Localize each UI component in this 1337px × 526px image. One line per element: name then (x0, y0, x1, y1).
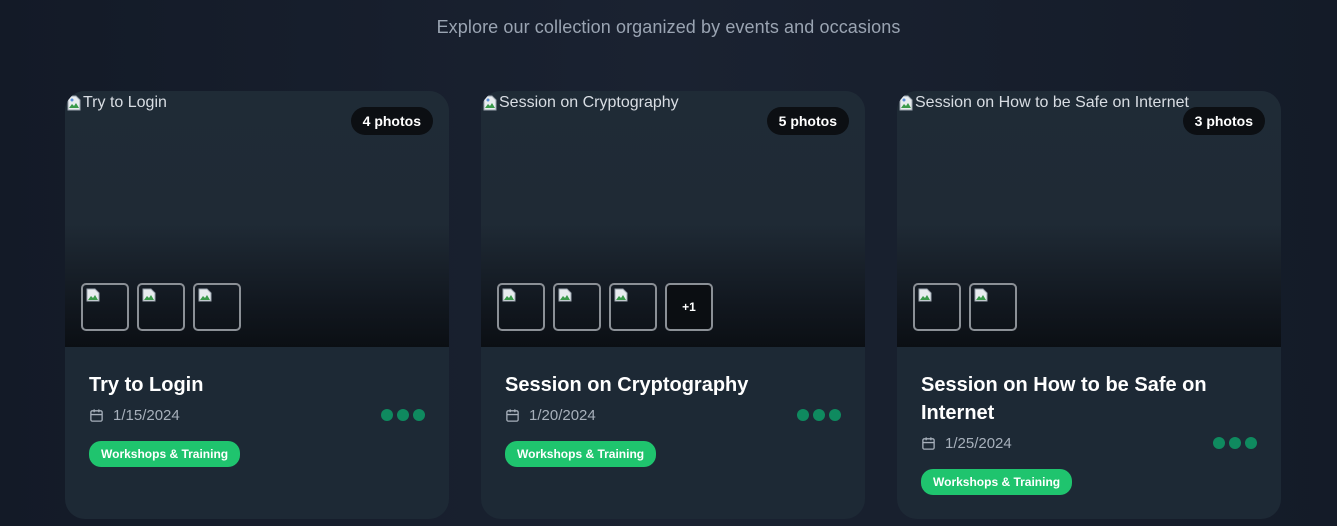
dot (381, 409, 393, 421)
album-date: 1/15/2024 (89, 407, 180, 424)
album-date-text: 1/15/2024 (113, 406, 180, 424)
thumbnail[interactable] (81, 283, 129, 331)
more-dots-icon[interactable] (1213, 437, 1257, 449)
dot (829, 409, 841, 421)
album-date-text: 1/20/2024 (529, 406, 596, 424)
thumbnail-strip (913, 283, 1017, 331)
thumbnail[interactable] (193, 283, 241, 331)
category-tag[interactable]: Workshops & Training (89, 441, 241, 467)
album-meta: 1/20/2024 (505, 403, 841, 427)
album-card-session-on-cryptography[interactable]: Session on Cryptography 5 photos +1 Sess… (481, 91, 865, 519)
album-date: 1/25/2024 (921, 435, 1012, 452)
broken-image-icon (558, 288, 572, 302)
album-info: Session on Cryptography 1/20/2024 Worksh… (481, 347, 865, 467)
photo-count-badge: 3 photos (1182, 107, 1265, 135)
photo-count-badge: 5 photos (766, 107, 849, 135)
broken-image-icon (614, 288, 628, 302)
album-info: Try to Login 1/15/2024 Workshops & Train… (65, 347, 449, 467)
album-title[interactable]: Session on Cryptography (505, 371, 841, 399)
broken-image-icon (198, 288, 212, 302)
broken-image-icon (86, 288, 100, 302)
calendar-icon (922, 436, 935, 450)
broken-image-icon (502, 288, 516, 302)
cover-image: Session on How to be Safe on Internet (899, 94, 1189, 112)
cover-image-alt: Session on How to be Safe on Internet (915, 94, 1189, 111)
broken-image-icon (899, 95, 913, 111)
thumbnail-strip (81, 283, 241, 331)
thumbnail[interactable] (609, 283, 657, 331)
broken-image-icon (974, 288, 988, 302)
more-photos-thumbnail[interactable]: +1 (665, 283, 713, 331)
dot (1229, 437, 1241, 449)
album-card-try-to-login[interactable]: Try to Login 4 photos Try to Login 1/15/… (65, 91, 449, 519)
album-info: Session on How to be Safe on Internet 1/… (897, 347, 1281, 495)
calendar-icon (506, 408, 519, 422)
album-title[interactable]: Try to Login (89, 371, 425, 399)
thumbnail[interactable] (913, 283, 961, 331)
photo-count-badge: 4 photos (350, 107, 433, 135)
album-title[interactable]: Session on How to be Safe on Internet (921, 371, 1257, 427)
thumbnail[interactable] (137, 283, 185, 331)
album-card-session-on-how-to-be-safe-on-internet[interactable]: Session on How to be Safe on Internet 3 … (897, 91, 1281, 519)
dot (797, 409, 809, 421)
album-cover[interactable]: Try to Login 4 photos (65, 91, 449, 347)
album-cover[interactable]: Session on Cryptography 5 photos +1 (481, 91, 865, 347)
broken-image-icon (142, 288, 156, 302)
album-date: 1/20/2024 (505, 407, 596, 424)
album-meta: 1/25/2024 (921, 431, 1257, 455)
broken-image-icon (483, 95, 497, 111)
cover-image: Try to Login (67, 94, 167, 112)
dot (413, 409, 425, 421)
more-dots-icon[interactable] (797, 409, 841, 421)
category-tag[interactable]: Workshops & Training (921, 469, 1073, 495)
calendar-icon (90, 408, 103, 422)
album-date-text: 1/25/2024 (945, 434, 1012, 452)
dot (1245, 437, 1257, 449)
gallery-subtitle: Explore our collection organized by even… (436, 17, 901, 37)
dot (397, 409, 409, 421)
more-dots-icon[interactable] (381, 409, 425, 421)
cover-image: Session on Cryptography (483, 94, 679, 112)
cover-image-alt: Session on Cryptography (499, 94, 679, 111)
dot (1213, 437, 1225, 449)
thumbnail-strip: +1 (497, 283, 713, 331)
thumbnail[interactable] (969, 283, 1017, 331)
dot (813, 409, 825, 421)
thumbnail[interactable] (497, 283, 545, 331)
category-tag[interactable]: Workshops & Training (505, 441, 657, 467)
cover-image-alt: Try to Login (83, 94, 167, 111)
broken-image-icon (918, 288, 932, 302)
thumbnail[interactable] (553, 283, 601, 331)
broken-image-icon (67, 95, 81, 111)
album-cover[interactable]: Session on How to be Safe on Internet 3 … (897, 91, 1281, 347)
album-meta: 1/15/2024 (89, 403, 425, 427)
